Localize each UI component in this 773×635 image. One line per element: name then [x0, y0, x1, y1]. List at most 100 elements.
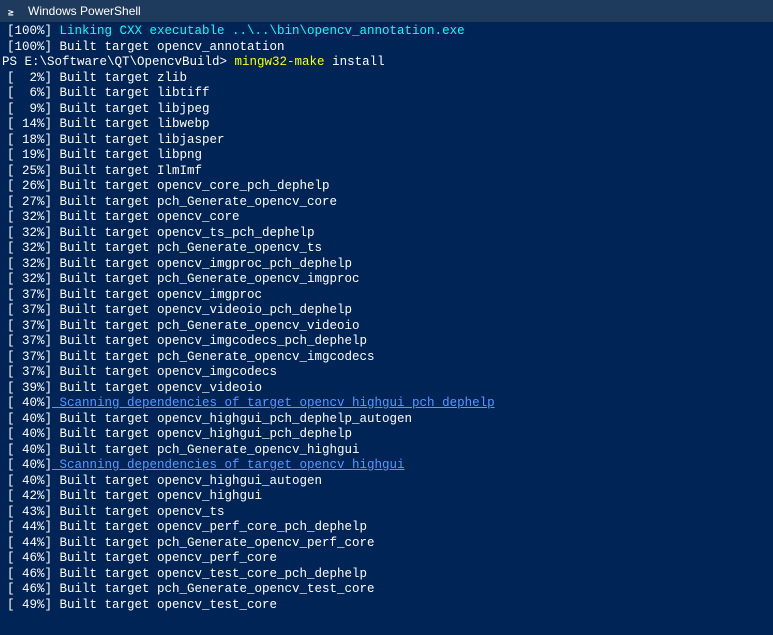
progress-percent: [ 25%] [2, 164, 52, 180]
progress-percent: [ 37%] [2, 288, 52, 304]
line-text: Built target opencv_annotation [52, 40, 285, 56]
terminal-line: [ 43%] Built target opencv_ts [0, 505, 773, 521]
progress-percent: [ 43%] [2, 505, 52, 521]
progress-percent: [ 40%] [2, 396, 52, 412]
progress-percent: [ 46%] [2, 582, 52, 598]
svg-text:≥: ≥ [8, 7, 14, 18]
line-text: Built target pch_Generate_opencv_core [52, 195, 337, 211]
line-text: Built target pch_Generate_opencv_test_co… [52, 582, 375, 598]
terminal-body: [100%] Linking CXX executable ..\..\bin\… [0, 22, 773, 635]
progress-percent: [ 2%] [2, 71, 52, 87]
terminal-line: [ 25%] Built target IlmImf [0, 164, 773, 180]
terminal-line: PS E:\Software\QT\OpencvBuild> mingw32-m… [0, 55, 773, 71]
terminal-line: [ 37%] Built target opencv_imgcodecs_pch… [0, 334, 773, 350]
line-text: Scanning dependencies of target opencv_h… [52, 396, 495, 412]
line-text: Built target opencv_highgui [52, 489, 262, 505]
prompt-command: mingw32-make [227, 55, 325, 71]
terminal-line: [ 14%] Built target libwebp [0, 117, 773, 133]
progress-percent: [ 32%] [2, 226, 52, 242]
progress-percent: [100%] [2, 24, 52, 40]
progress-percent: [ 37%] [2, 334, 52, 350]
progress-percent: [ 44%] [2, 520, 52, 536]
line-text: Built target pch_Generate_opencv_highgui [52, 443, 360, 459]
progress-percent: [ 46%] [2, 551, 52, 567]
line-text: Built target opencv_imgproc_pch_dephelp [52, 257, 352, 273]
progress-percent: [ 46%] [2, 567, 52, 583]
terminal-line: [ 2%] Built target zlib [0, 71, 773, 87]
line-text: Built target libjpeg [52, 102, 210, 118]
line-text: Built target IlmImf [52, 164, 202, 180]
terminal-line: [ 27%] Built target pch_Generate_opencv_… [0, 195, 773, 211]
terminal-line: [ 40%] Scanning dependencies of target o… [0, 396, 773, 412]
terminal-line: [ 46%] Built target opencv_test_core_pch… [0, 567, 773, 583]
terminal-line: [ 46%] Built target pch_Generate_opencv_… [0, 582, 773, 598]
terminal-line: [ 40%] Built target opencv_highgui_pch_d… [0, 427, 773, 443]
progress-percent: [ 42%] [2, 489, 52, 505]
progress-percent: [ 26%] [2, 179, 52, 195]
progress-percent: [ 6%] [2, 86, 52, 102]
terminal-line: [ 37%] Built target pch_Generate_opencv_… [0, 350, 773, 366]
terminal-line: [ 32%] Built target pch_Generate_opencv_… [0, 272, 773, 288]
line-text: Built target libwebp [52, 117, 210, 133]
terminal-line: [ 40%] Built target pch_Generate_opencv_… [0, 443, 773, 459]
progress-percent: [ 32%] [2, 210, 52, 226]
prompt-args: install [325, 55, 385, 71]
progress-percent: [ 40%] [2, 427, 52, 443]
line-text: Built target pch_Generate_opencv_videoio [52, 319, 360, 335]
terminal-line: [ 46%] Built target opencv_perf_core [0, 551, 773, 567]
line-text: Built target opencv_perf_core [52, 551, 277, 567]
title-bar-title: Windows PowerShell [28, 4, 141, 18]
progress-percent: [ 40%] [2, 412, 52, 428]
line-text: Built target opencv_imgcodecs [52, 365, 277, 381]
progress-percent: [ 37%] [2, 303, 52, 319]
terminal-line: [ 37%] Built target pch_Generate_opencv_… [0, 319, 773, 335]
line-text: Built target opencv_core [52, 210, 240, 226]
terminal-line: [ 40%] Built target opencv_highgui_pch_d… [0, 412, 773, 428]
line-text: Built target opencv_highgui_autogen [52, 474, 322, 490]
line-text: Built target opencv_ts_pch_dephelp [52, 226, 315, 242]
progress-percent: [ 18%] [2, 133, 52, 149]
terminal-line: [ 42%] Built target opencv_highgui [0, 489, 773, 505]
progress-percent: [ 27%] [2, 195, 52, 211]
line-text: Built target opencv_core_pch_dephelp [52, 179, 330, 195]
terminal-line: [ 44%] Built target pch_Generate_opencv_… [0, 536, 773, 552]
line-text: Built target opencv_test_core_pch_dephel… [52, 567, 367, 583]
line-text: Scanning dependencies of target opencv_h… [52, 458, 405, 474]
line-text: Built target pch_Generate_opencv_imgproc [52, 272, 360, 288]
progress-percent: [ 40%] [2, 474, 52, 490]
terminal-line: [ 6%] Built target libtiff [0, 86, 773, 102]
progress-percent: [ 19%] [2, 148, 52, 164]
progress-percent: [ 49%] [2, 598, 52, 614]
terminal-line: [ 37%] Built target opencv_imgcodecs [0, 365, 773, 381]
progress-percent: [ 37%] [2, 365, 52, 381]
progress-percent: [ 37%] [2, 319, 52, 335]
progress-percent: [ 14%] [2, 117, 52, 133]
powershell-icon: ≥ [6, 3, 22, 19]
terminal-line: [ 40%] Built target opencv_highgui_autog… [0, 474, 773, 490]
line-text: Built target opencv_highgui_pch_dephelp_… [52, 412, 412, 428]
progress-percent: [100%] [2, 40, 52, 56]
line-text: Built target libpng [52, 148, 202, 164]
terminal-line: [ 26%] Built target opencv_core_pch_deph… [0, 179, 773, 195]
terminal-line: [ 32%] Built target opencv_imgproc_pch_d… [0, 257, 773, 273]
prompt-path: PS E:\Software\QT\OpencvBuild> [2, 55, 227, 71]
terminal-line: [100%] Linking CXX executable ..\..\bin\… [0, 24, 773, 40]
terminal-line: [ 9%] Built target libjpeg [0, 102, 773, 118]
line-text: Built target pch_Generate_opencv_perf_co… [52, 536, 375, 552]
progress-percent: [ 39%] [2, 381, 52, 397]
line-text: Built target zlib [52, 71, 187, 87]
line-text: Built target libjasper [52, 133, 225, 149]
terminal-line: [ 49%] Built target opencv_test_core [0, 598, 773, 614]
progress-percent: [ 32%] [2, 272, 52, 288]
line-text: Built target opencv_perf_core_pch_dephel… [52, 520, 367, 536]
line-text: Built target opencv_test_core [52, 598, 277, 614]
terminal-line: [ 37%] Built target opencv_imgproc [0, 288, 773, 304]
line-text: Linking CXX executable ..\..\bin\opencv_… [52, 24, 465, 40]
progress-percent: [ 32%] [2, 241, 52, 257]
line-text: Built target opencv_highgui_pch_dephelp [52, 427, 352, 443]
progress-percent: [ 9%] [2, 102, 52, 118]
progress-percent: [ 40%] [2, 443, 52, 459]
terminal-line: [ 32%] Built target opencv_core [0, 210, 773, 226]
terminal-line: [100%] Built target opencv_annotation [0, 40, 773, 56]
line-text: Built target opencv_videoio_pch_dephelp [52, 303, 352, 319]
